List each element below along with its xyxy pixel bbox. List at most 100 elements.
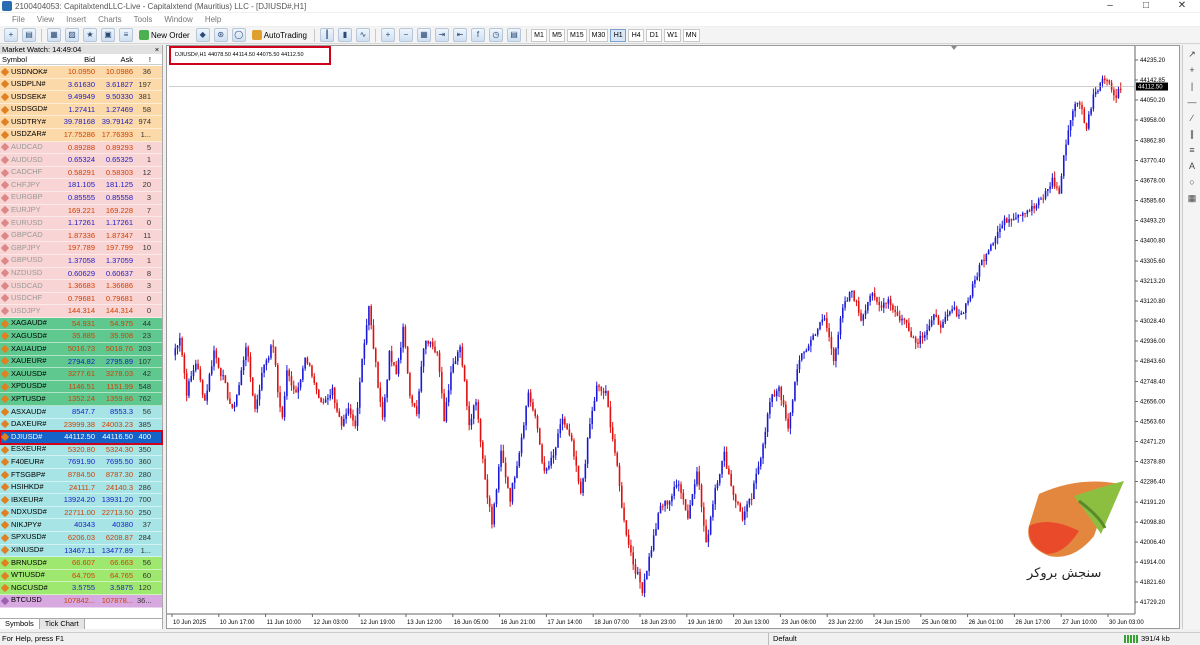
menu-window[interactable]: Window xyxy=(158,15,198,24)
signals-icon[interactable]: ⊛ xyxy=(213,28,228,42)
zoom-out-icon[interactable]: − xyxy=(398,28,413,42)
data-window-icon[interactable]: ▨ xyxy=(65,28,79,42)
market-watch-row[interactable]: HSIHKD# 24111.7 24140.3 286 xyxy=(0,481,162,495)
market-watch-row[interactable]: IBXEUR# 13924.20 13931.20 700 xyxy=(0,494,162,507)
market-watch-row[interactable]: USDSGD# 1.27411 1.27469 58 xyxy=(0,103,162,117)
market-watch-row[interactable]: USDJPY 144.314 144.314 0 xyxy=(0,305,162,318)
channel-icon[interactable]: ∥ xyxy=(1185,127,1199,141)
market-watch-row[interactable]: NIKJPY# 40343 40380 37 xyxy=(0,519,162,532)
market-watch-row[interactable]: USDCHF 0.79681 0.79681 0 xyxy=(0,292,162,306)
profiles-icon[interactable]: ▤ xyxy=(22,28,36,42)
timeframe-m5[interactable]: M5 xyxy=(548,28,565,42)
market-watch-row[interactable]: USDSEK# 9.49949 9.50330 381 xyxy=(0,91,162,104)
market-watch-row[interactable]: GBPUSD 1.37058 1.37059 1 xyxy=(0,254,162,268)
terminal-icon[interactable]: ▣ xyxy=(101,28,115,42)
market-watch-row[interactable]: DJIUSD# 44112.50 44116.50 400 xyxy=(0,430,163,445)
market-watch-row[interactable]: EURUSD 1.17261 1.17261 0 xyxy=(0,217,162,230)
market-watch-row[interactable]: ESXEUR# 5320.80 5324.30 350 xyxy=(0,443,162,457)
trendline-icon[interactable]: ∕ xyxy=(1185,111,1199,125)
periods-icon[interactable]: ◷ xyxy=(488,28,503,42)
market-watch-row[interactable]: GBPCAD 1.87336 1.87347 11 xyxy=(0,229,162,243)
chart-window[interactable]: 44235.20 44142.85 44050.20 43958.00 43862.80… xyxy=(166,45,1180,629)
market-watch-row[interactable]: CADCHF 0.58291 0.58303 12 xyxy=(0,166,162,180)
auto-scroll-icon[interactable]: ⇥ xyxy=(434,28,449,42)
globe-icon[interactable]: ◯ xyxy=(231,28,246,42)
market-watch-row[interactable]: USDCAD 1.36683 1.36686 3 xyxy=(0,280,162,293)
market-watch-row[interactable]: BRNUSD# 66.607 66.663 56 xyxy=(0,557,162,570)
menu-tools[interactable]: Tools xyxy=(128,15,159,24)
market-watch-row[interactable]: EURGBP 0.85555 0.85558 3 xyxy=(0,191,162,205)
tab-tick-chart[interactable]: Tick Chart xyxy=(39,619,85,629)
crosshair-icon[interactable]: + xyxy=(1185,63,1199,77)
maximize-icon[interactable]: □ xyxy=(1128,0,1164,12)
column-ask[interactable]: Ask xyxy=(97,54,135,65)
new-order-button[interactable]: New Order xyxy=(135,28,194,42)
metaeditor-icon[interactable]: ◆ xyxy=(195,28,210,42)
close-icon[interactable]: × xyxy=(152,45,162,54)
market-watch-row[interactable]: AUDUSD 0.65324 0.65325 1 xyxy=(0,154,162,167)
market-watch-row[interactable]: GBPJPY 197.789 197.799 10 xyxy=(0,242,162,255)
market-watch-row[interactable]: XPDUSD# 1146.51 1151.99 548 xyxy=(0,380,162,394)
menu-view[interactable]: View xyxy=(31,15,60,24)
market-watch-row[interactable]: F40EUR# 7691.90 7695.50 360 xyxy=(0,456,162,469)
market-watch-row[interactable]: XAUAUD# 5016.73 5018.76 203 xyxy=(0,343,162,356)
strategy-tester-icon[interactable]: ≡ xyxy=(119,28,133,42)
templates-icon[interactable]: ▤ xyxy=(506,28,521,42)
market-watch-row[interactable]: NZDUSD 0.60629 0.60637 8 xyxy=(0,267,162,281)
menu-charts[interactable]: Charts xyxy=(92,15,128,24)
market-watch-row[interactable]: XAUEUR# 2794.82 2795.89 107 xyxy=(0,355,162,369)
market-watch-icon[interactable]: ▦ xyxy=(47,28,61,42)
autotrading-button[interactable]: AutoTrading xyxy=(248,28,311,42)
fibonacci-icon[interactable]: ≡ xyxy=(1185,143,1199,157)
market-watch-row[interactable]: FTSGBP# 8784.50 8787.30 280 xyxy=(0,469,162,482)
text-icon[interactable]: A xyxy=(1185,159,1199,173)
close-icon[interactable]: ✕ xyxy=(1164,0,1200,12)
timeframe-w1[interactable]: W1 xyxy=(664,28,681,42)
market-watch-row[interactable]: XPTUSD# 1352.24 1359.86 762 xyxy=(0,393,162,407)
shapes-icon[interactable]: ▦ xyxy=(1185,191,1199,205)
menu-help[interactable]: Help xyxy=(199,15,227,24)
market-watch-row[interactable]: EURJPY 169.221 169.228 7 xyxy=(0,204,162,218)
timeframe-h4[interactable]: H4 xyxy=(628,28,645,42)
market-watch-row[interactable]: BTCUSD 107842... 107878... 36... xyxy=(0,594,162,608)
column-spread[interactable]: ! xyxy=(135,54,153,65)
market-watch-row[interactable]: USDNOK# 10.0950 10.0986 36 xyxy=(0,66,162,79)
navigator-icon[interactable]: ★ xyxy=(83,28,97,42)
timeframe-h1[interactable]: H1 xyxy=(610,28,627,42)
timeframe-mn[interactable]: MN xyxy=(682,28,700,42)
cursor-icon[interactable]: ↗ xyxy=(1185,47,1199,61)
timeframe-m30[interactable]: M30 xyxy=(588,28,609,42)
market-watch-row[interactable]: USDPLN# 3.61630 3.61827 197 xyxy=(0,78,162,92)
column-symbol[interactable]: Symbol xyxy=(0,54,59,65)
vertical-line-icon[interactable]: | xyxy=(1185,79,1199,93)
market-watch-row[interactable]: AUDCAD 0.89288 0.89293 5 xyxy=(0,141,162,155)
new-chart-icon[interactable]: + xyxy=(4,28,18,42)
line-chart-icon[interactable]: ∿ xyxy=(355,28,370,42)
timeframe-d1[interactable]: D1 xyxy=(646,28,663,42)
horizontal-line-icon[interactable]: — xyxy=(1185,95,1199,109)
label-icon[interactable]: ○ xyxy=(1185,175,1199,189)
market-watch-row[interactable]: CHFJPY 181.105 181.125 20 xyxy=(0,179,162,192)
market-watch-row[interactable]: NGCUSD# 3.5755 3.5875 120 xyxy=(0,582,162,595)
market-watch-row[interactable]: XAUUSD# 3277.61 3278.03 42 xyxy=(0,368,162,381)
market-watch-row[interactable]: WTIUSD# 64.705 64.765 60 xyxy=(0,569,162,583)
indicators-icon[interactable]: f xyxy=(470,28,485,42)
minimize-icon[interactable]: – xyxy=(1092,0,1128,12)
tile-windows-icon[interactable]: ▦ xyxy=(416,28,431,42)
menu-insert[interactable]: Insert xyxy=(60,15,92,24)
market-watch-row[interactable]: XAGAUD# 54.931 54.975 44 xyxy=(0,317,162,331)
market-watch-row[interactable]: XINUSD# 13467.11 13477.89 1... xyxy=(0,544,162,558)
timeframe-m1[interactable]: M1 xyxy=(530,28,547,42)
market-watch-row[interactable]: NDXUSD# 22711.00 22713.50 250 xyxy=(0,506,162,520)
zoom-in-icon[interactable]: + xyxy=(380,28,395,42)
market-watch-row[interactable]: USDTRY# 39.78168 39.79142 974 xyxy=(0,116,162,129)
tab-symbols[interactable]: Symbols xyxy=(0,619,40,629)
candlestick-icon[interactable]: ▮ xyxy=(337,28,352,42)
market-watch-row[interactable]: USDZAR# 17.75286 17.76393 1... xyxy=(0,128,162,142)
chart-shift-icon[interactable]: ⇤ xyxy=(452,28,467,42)
menu-file[interactable]: File xyxy=(0,15,31,24)
column-bid[interactable]: Bid xyxy=(59,54,97,65)
market-watch-row[interactable]: XAGUSD# 35.885 35.908 23 xyxy=(0,330,162,344)
market-watch-row[interactable]: ASXAUD# 8547.7 8553.3 56 xyxy=(0,406,162,419)
timeframe-m15[interactable]: M15 xyxy=(566,28,587,42)
